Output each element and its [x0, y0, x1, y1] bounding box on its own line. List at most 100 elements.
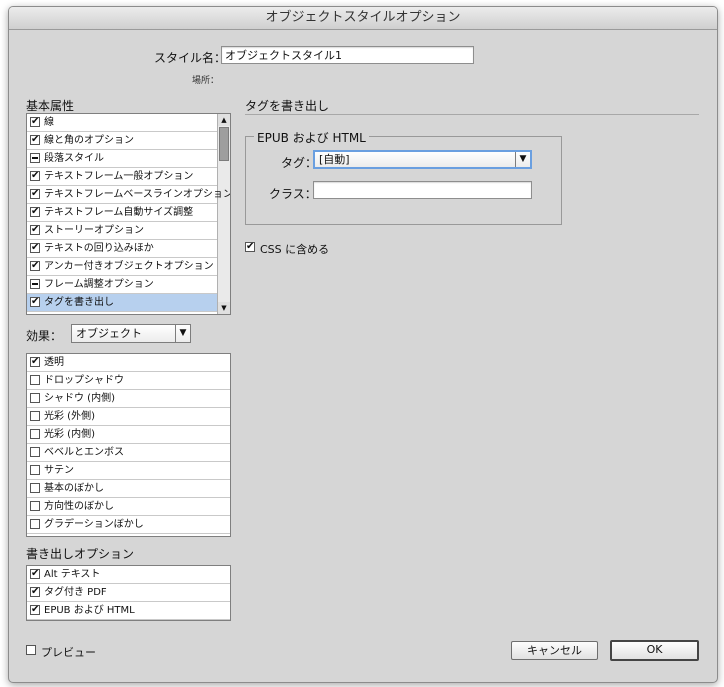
- css-include-checkbox-row[interactable]: ✔ CSS に含める: [245, 241, 355, 256]
- unchecked-checkbox[interactable]: [30, 483, 40, 493]
- class-input[interactable]: [313, 181, 532, 199]
- list-item[interactable]: ベベルとエンボス: [27, 444, 230, 462]
- unchecked-checkbox[interactable]: [30, 501, 40, 511]
- effects-list: ✔ 透明ドロップシャドウ シャドウ (内側) 光彩 (外側) 光彩 (内側) ベベルとエン…: [26, 353, 231, 537]
- export-options-title: 書き出しオプション: [26, 547, 135, 561]
- checked-checkbox[interactable]: ✔: [30, 207, 40, 217]
- list-item-label: ドロップシャドウ: [44, 375, 124, 386]
- mixed-checkbox[interactable]: [30, 279, 40, 289]
- ok-button[interactable]: OK: [610, 640, 699, 661]
- unchecked-checkbox[interactable]: [30, 375, 40, 385]
- chevron-down-icon: ▼: [515, 152, 530, 167]
- unchecked-checkbox[interactable]: [30, 465, 40, 475]
- tag-value: [自動]: [319, 153, 350, 166]
- list-item-label: タグ付き PDF: [44, 587, 107, 598]
- list-item[interactable]: ✔ 線: [27, 114, 217, 132]
- list-item[interactable]: ✔ タグ付き PDF: [27, 584, 230, 602]
- unchecked-checkbox[interactable]: [30, 429, 40, 439]
- list-item-label: 線: [44, 117, 54, 128]
- unchecked-checkbox[interactable]: [30, 519, 40, 529]
- checked-checkbox[interactable]: ✔: [30, 587, 40, 597]
- list-item[interactable]: 光彩 (外側): [27, 408, 230, 426]
- list-item-label: アンカー付きオブジェクトオプション: [44, 261, 214, 272]
- basic-attributes-title: 基本属性: [26, 99, 75, 113]
- list-item-label: Alt テキスト: [44, 569, 101, 580]
- checked-checkbox[interactable]: ✔: [30, 605, 40, 615]
- scroll-down-icon[interactable]: ▼: [218, 302, 230, 314]
- list-item[interactable]: フレーム調整オプション: [27, 276, 217, 294]
- checked-checkbox[interactable]: ✔: [30, 261, 40, 271]
- scrollbar-thumb[interactable]: [219, 127, 229, 161]
- style-name-input[interactable]: オブジェクトスタイル1: [221, 46, 474, 64]
- chevron-down-icon: ▼: [175, 325, 190, 342]
- tag-dropdown[interactable]: [自動] ▼: [313, 150, 532, 169]
- list-item[interactable]: ドロップシャドウ: [27, 372, 230, 390]
- basic-attributes-scrollbar[interactable]: ▲ ▼: [217, 114, 230, 314]
- list-item-label: テキストフレーム自動サイズ調整: [44, 207, 194, 218]
- list-item-label: グラデーションぼかし: [44, 519, 144, 530]
- list-item[interactable]: ✔ テキストフレームベースラインオプション: [27, 186, 230, 204]
- checked-checkbox[interactable]: ✔: [30, 225, 40, 235]
- list-item[interactable]: ✔ Alt テキスト: [27, 566, 230, 584]
- unchecked-checkbox[interactable]: [30, 411, 40, 421]
- basic-attributes-list: ▲ ▼ ✔ 線 ✔ 線と角のオプション 段落スタイル ✔ テキストフレーム一般オプション ✔ テ…: [26, 113, 231, 315]
- list-item[interactable]: ✔ テキストフレーム一般オプション: [27, 168, 217, 186]
- list-item[interactable]: ✔ ストーリーオプション: [27, 222, 217, 240]
- cancel-button[interactable]: キャンセル: [511, 641, 598, 660]
- tag-label: タグ：: [281, 156, 318, 170]
- export-options-list: ✔ Alt テキスト ✔ タグ付き PDF ✔ EPUB および HTML: [26, 565, 231, 621]
- list-item[interactable]: 段落スタイル: [27, 150, 217, 168]
- checked-checkbox[interactable]: ✔: [30, 569, 40, 579]
- preview-checkbox[interactable]: [26, 645, 36, 655]
- effects-target-dropdown[interactable]: オブジェクト ▼: [71, 324, 191, 343]
- epub-html-group-title: EPUB および HTML: [254, 129, 369, 146]
- list-item[interactable]: 光彩 (内側): [27, 426, 230, 444]
- list-item-label: ストーリーオプション: [44, 225, 144, 236]
- list-item[interactable]: 方向性のぼかし: [27, 498, 230, 516]
- unchecked-checkbox[interactable]: [30, 393, 40, 403]
- effects-label: 効果：: [26, 329, 63, 343]
- object-style-options-dialog: オブジェクトスタイルオプション スタイル名： オブジェクトスタイル1 場所： 基…: [8, 6, 718, 683]
- list-item-label: テキストフレーム一般オプション: [44, 171, 194, 182]
- list-item[interactable]: グラデーションぼかし: [27, 516, 230, 534]
- list-item-label: サテン: [44, 465, 74, 476]
- css-include-checkbox[interactable]: ✔: [245, 242, 255, 252]
- list-item-label: 基本のぼかし: [44, 483, 104, 494]
- list-item-label: 方向性のぼかし: [44, 501, 114, 512]
- dialog-title: オブジェクトスタイルオプション: [9, 7, 717, 30]
- checked-checkbox[interactable]: ✔: [30, 243, 40, 253]
- list-item[interactable]: ✔ タグを書き出し: [27, 294, 217, 312]
- list-item-label: フレーム調整オプション: [44, 279, 154, 290]
- list-item-label: ベベルとエンボス: [44, 447, 124, 458]
- checked-checkbox[interactable]: ✔: [30, 189, 40, 199]
- list-item-label: 段落スタイル: [44, 153, 104, 164]
- list-item[interactable]: ✔ アンカー付きオブジェクトオプション: [27, 258, 217, 276]
- list-item[interactable]: ✔ 透明: [27, 354, 230, 372]
- list-item[interactable]: ✔ 線と角のオプション: [27, 132, 217, 150]
- preview-label: プレビュー: [41, 646, 96, 659]
- mixed-checkbox[interactable]: [30, 153, 40, 163]
- scroll-up-icon[interactable]: ▲: [218, 114, 230, 126]
- preview-checkbox-row[interactable]: プレビュー: [26, 644, 116, 659]
- style-name-label: スタイル名：: [154, 51, 227, 65]
- location-label: 場所：: [192, 76, 220, 86]
- checked-checkbox[interactable]: ✔: [30, 357, 40, 367]
- list-item[interactable]: シャドウ (内側): [27, 390, 230, 408]
- list-item-label: シャドウ (内側): [44, 393, 115, 404]
- effects-target-value: オブジェクト: [76, 327, 142, 340]
- list-item-label: 透明: [44, 357, 64, 368]
- checked-checkbox[interactable]: ✔: [30, 135, 40, 145]
- list-item[interactable]: ✔ テキストの回り込みほか: [27, 240, 217, 258]
- list-item-label: EPUB および HTML: [44, 605, 135, 616]
- list-item[interactable]: サテン: [27, 462, 230, 480]
- checked-checkbox[interactable]: ✔: [30, 171, 40, 181]
- list-item-label: タグを書き出し: [44, 297, 114, 308]
- checked-checkbox[interactable]: ✔: [30, 297, 40, 307]
- list-item[interactable]: ✔ テキストフレーム自動サイズ調整: [27, 204, 217, 222]
- list-item[interactable]: 基本のぼかし: [27, 480, 230, 498]
- list-item[interactable]: ✔ EPUB および HTML: [27, 602, 230, 620]
- css-include-label: CSS に含める: [260, 243, 330, 256]
- unchecked-checkbox[interactable]: [30, 447, 40, 457]
- checked-checkbox[interactable]: ✔: [30, 117, 40, 127]
- export-tagging-title: タグを書き出し: [245, 99, 330, 113]
